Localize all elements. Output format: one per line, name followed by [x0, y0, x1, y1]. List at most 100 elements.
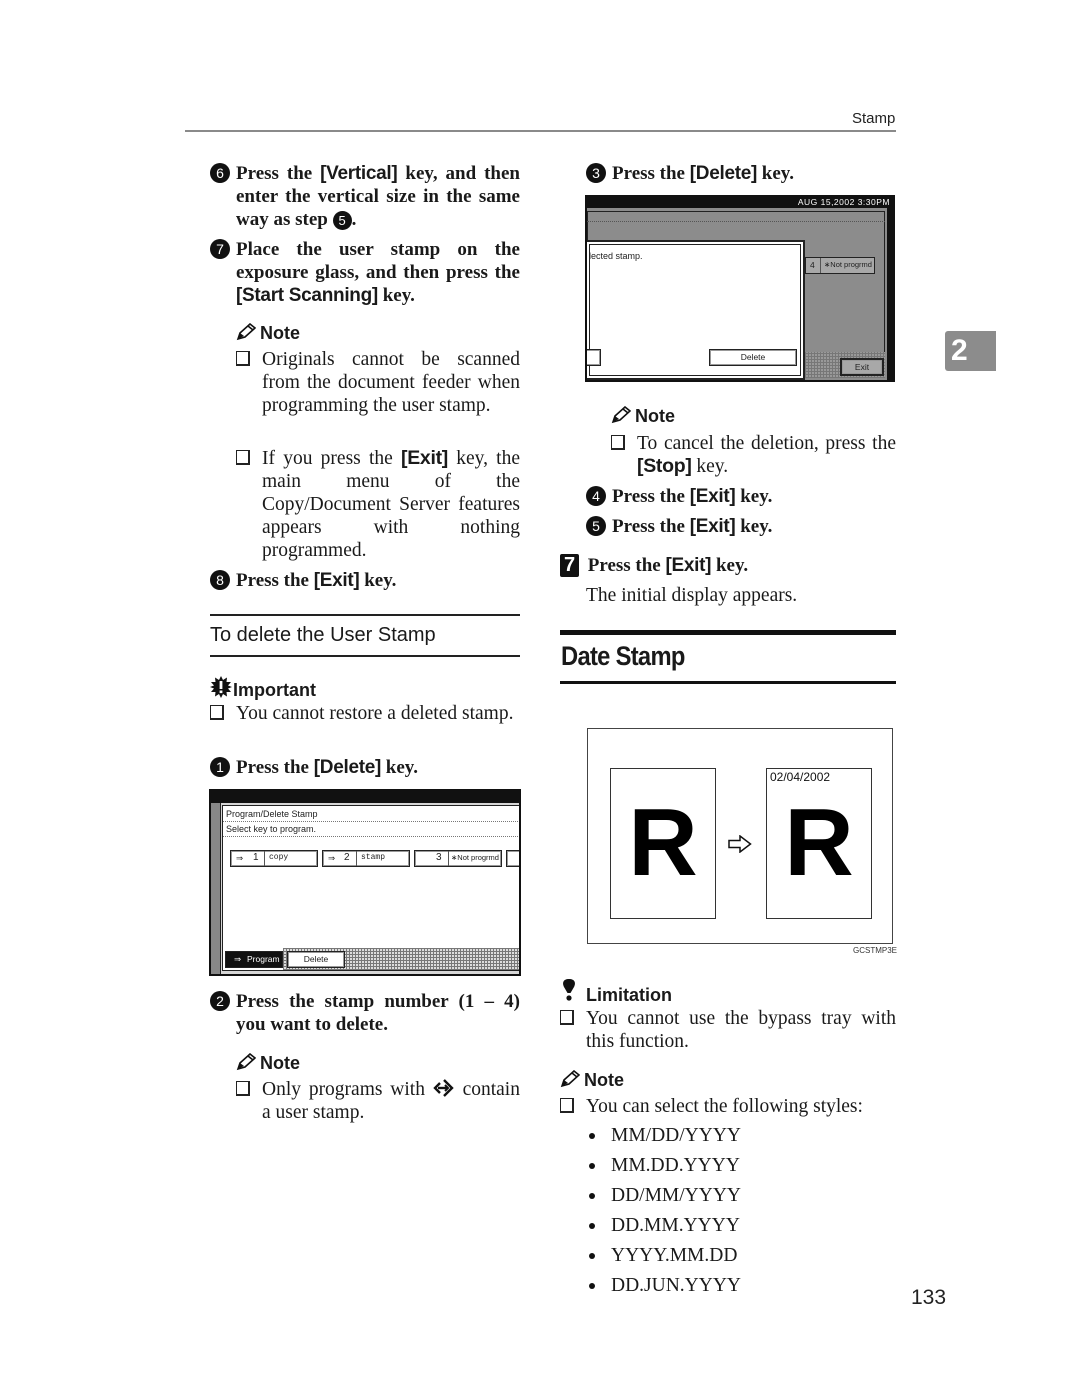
note-heading-3: Note	[611, 405, 675, 427]
exit-key-label: [Exit]	[665, 555, 712, 576]
subsection-top-rule	[210, 614, 520, 616]
subsection-bottom-rule	[210, 655, 520, 657]
delete-key-label: [Delete]	[313, 757, 382, 778]
date-stamp-figure: R 02/04/2002 R	[587, 728, 893, 944]
limitation-heading: Limitation	[560, 978, 672, 1006]
pencil-icon	[236, 1052, 257, 1071]
step-7: 7 Place the user stamp on the exposure g…	[210, 238, 520, 307]
bullet-dot-icon	[589, 1133, 595, 1139]
stamp-key-1[interactable]: ⇒ 1 copy	[230, 850, 318, 867]
note-heading-1: Note	[236, 322, 300, 344]
screen-right-edge	[887, 208, 893, 380]
important-heading: Important	[210, 676, 316, 701]
delete-confirm-dialog: lected stamp. Delete	[587, 240, 805, 380]
checkbox-bullet-icon	[560, 1010, 574, 1025]
checkbox-bullet-icon	[236, 450, 250, 465]
program-delete-stamp-screen: Program/Delete Stamp Select key to progr…	[209, 789, 521, 976]
screen-status-bar	[211, 791, 519, 803]
delete-key-label: [Delete]	[689, 163, 758, 184]
section-bottom-rule	[560, 681, 896, 684]
exit-key-label: [Exit]	[689, 486, 736, 507]
original-letter: R	[628, 789, 698, 896]
note-2-item: Only programs with contain a user stamp.	[236, 1078, 520, 1124]
step-8: 8 Press the [Exit] key.	[210, 569, 520, 592]
pencil-icon	[560, 1069, 581, 1088]
note-heading-2: Note	[236, 1052, 300, 1074]
step-number-7: 7	[210, 239, 230, 259]
important-burst-icon	[210, 676, 232, 698]
arrow-right-icon	[728, 835, 752, 853]
step-number-3: 3	[586, 163, 606, 183]
step-number-1: 1	[210, 757, 230, 777]
delete-step-2: 2 Press the stamp number (1 – 4) you wan…	[210, 990, 520, 1036]
style-option: DD/MM/YYYY	[589, 1184, 839, 1207]
cancel-button[interactable]	[587, 349, 601, 366]
delete-step-1: 1 Press the [Delete] key.	[210, 756, 520, 779]
note-1-item-2: If you press the [Exit] key, the main me…	[236, 447, 520, 562]
dialog-message: lected stamp.	[589, 251, 643, 261]
section-top-rule	[560, 630, 896, 635]
style-option: YYYY.MM.DD	[589, 1244, 839, 1267]
screen-panel: Program/Delete Stamp Select key to progr…	[222, 805, 519, 971]
checkbox-bullet-icon	[210, 705, 224, 720]
style-option: MM.DD.YYYY	[589, 1154, 839, 1177]
pencil-icon	[236, 322, 257, 341]
start-scanning-key-label: [Start Scanning]	[236, 285, 378, 306]
stamp-key-3[interactable]: 3 ∗Not progrmd	[414, 850, 502, 867]
checkbox-bullet-icon	[236, 351, 250, 366]
stamp-programmed-icon: ⇒	[234, 954, 242, 964]
bullet-dot-icon	[589, 1283, 595, 1289]
section-title: Date Stamp	[561, 641, 685, 671]
bullet-dot-icon	[589, 1163, 595, 1169]
screen-instruction: Select key to program.	[226, 824, 317, 834]
limitation-item: You cannot use the bypass tray with this…	[560, 1007, 896, 1053]
checkbox-bullet-icon	[560, 1098, 574, 1113]
screen-left-strip	[211, 803, 221, 974]
figure-code: GCSTMP3E	[853, 946, 898, 955]
note-3-item: To cancel the deletion, press the [Stop]…	[611, 432, 896, 478]
stamp-programmed-icon: ⇒	[236, 853, 244, 863]
stamp-programmed-icon: ⇒	[328, 853, 336, 863]
bullet-dot-icon	[589, 1253, 595, 1259]
delete-confirm-screen: AUG 15,2002 3:30PM 4 ∗Not progrmd Exit l…	[585, 195, 895, 382]
checkbox-bullet-icon	[611, 435, 625, 450]
exit-key-label: [Exit]	[401, 447, 448, 469]
step-number-4: 4	[586, 486, 606, 506]
stamp-date: 02/04/2002	[770, 770, 831, 784]
delete-step-5: 5 Press the [Exit] key.	[586, 515, 896, 538]
chapter-tab: 2	[945, 331, 996, 371]
program-tab-button[interactable]: ⇒ Program	[225, 951, 283, 968]
delete-step-3: 3 Press the [Delete] key.	[586, 162, 896, 185]
running-head: Stamp	[852, 110, 896, 127]
subsection-heading: To delete the User Stamp	[210, 624, 436, 646]
stamped-letter: R	[784, 789, 854, 896]
step-number-8: 8	[210, 570, 230, 590]
original-page: R	[610, 768, 716, 919]
exit-key-label: [Exit]	[689, 516, 736, 537]
stamp-key-4[interactable]	[506, 850, 519, 867]
step-number-5: 5	[586, 516, 606, 536]
checkbox-bullet-icon	[236, 1081, 250, 1096]
page-number: 133	[911, 1286, 947, 1309]
delete-step-4: 4 Press the [Exit] key.	[586, 485, 896, 508]
pencil-icon	[611, 405, 632, 424]
header-rule	[185, 130, 896, 132]
note-1-item-1: Originals cannot be scanned from the doc…	[236, 348, 520, 417]
exit-button[interactable]: Exit	[840, 358, 884, 376]
important-item: You cannot restore a deleted stamp.	[210, 702, 520, 725]
screen-title: Program/Delete Stamp	[226, 809, 318, 819]
delete-tab-button[interactable]: Delete	[287, 951, 345, 968]
vertical-key-label: [Vertical]	[320, 163, 398, 184]
stamp-key-2[interactable]: ⇒ 2 stamp	[322, 850, 410, 867]
step-ref-5: 5	[332, 211, 352, 230]
stamp-key-4-background[interactable]: 4 ∗Not progrmd	[805, 257, 875, 274]
dialog-delete-button[interactable]: Delete	[709, 349, 797, 366]
style-option: DD.MM.YYYY	[589, 1214, 839, 1237]
style-option: MM/DD/YYYY	[589, 1124, 839, 1147]
stop-key-label: [Stop]	[637, 455, 692, 477]
step-number-2: 2	[210, 991, 230, 1011]
limitation-icon	[563, 979, 575, 1001]
exit-key-label: [Exit]	[313, 570, 360, 591]
main-step-number: 7	[560, 554, 579, 577]
step-number-6: 6	[210, 163, 230, 183]
